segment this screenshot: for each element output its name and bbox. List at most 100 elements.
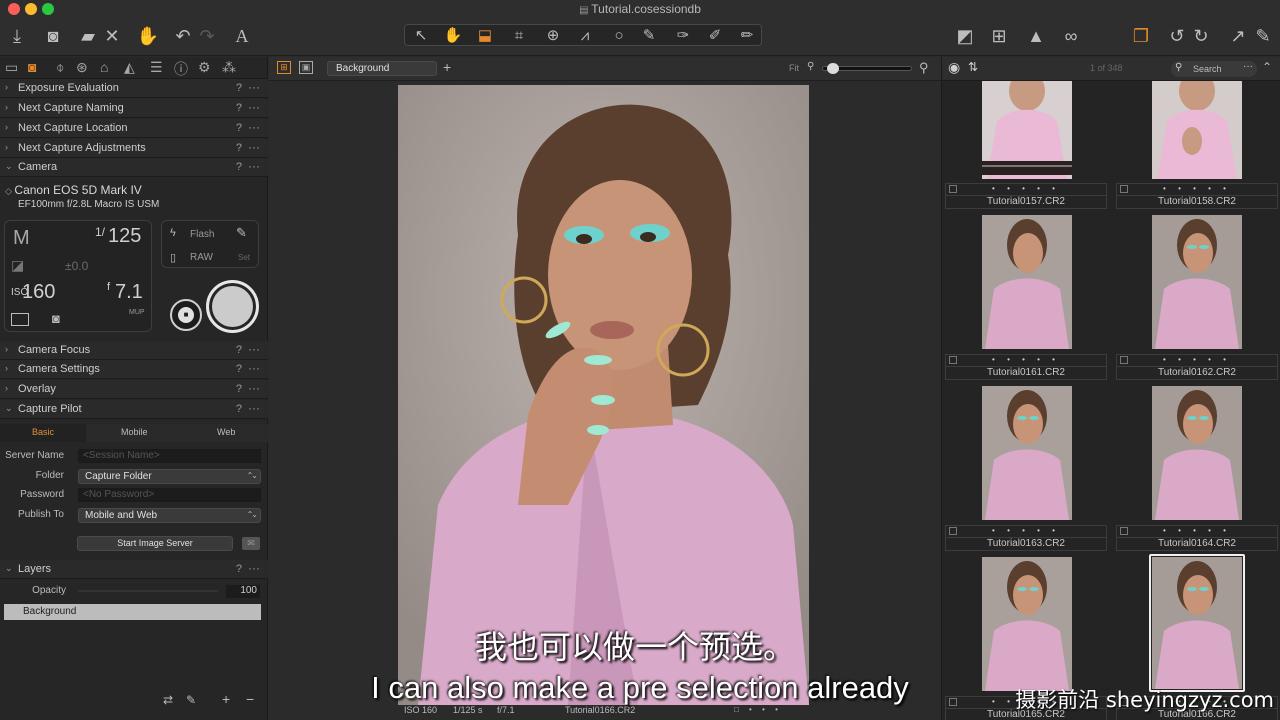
layer-background[interactable]: Background — [4, 604, 261, 620]
thumbnail-161[interactable] — [982, 215, 1072, 349]
help-icon[interactable]: ? — [236, 122, 242, 134]
help-icon[interactable]: ? — [236, 563, 242, 575]
brush-icon[interactable]: ✎ — [633, 24, 665, 48]
more-icon[interactable]: ··· — [248, 100, 260, 114]
section-camera-settings[interactable]: › Camera Settings ? ··· — [0, 360, 268, 379]
sort-icon[interactable]: ⇅ — [968, 60, 978, 74]
capture-button[interactable] — [206, 280, 259, 333]
raw-label[interactable]: RAW — [190, 252, 213, 263]
variant-select[interactable]: Background — [327, 61, 437, 76]
section-camera[interactable]: ⌄ Camera ? ··· — [0, 158, 268, 177]
more-icon[interactable]: ··· — [248, 80, 260, 94]
iso-value[interactable]: 160 — [22, 281, 55, 304]
download-icon[interactable]: ⤓ — [6, 24, 28, 48]
zoom-slider-knob[interactable] — [827, 63, 839, 74]
more-icon[interactable]: ··· — [248, 381, 260, 395]
help-icon[interactable]: ? — [236, 161, 242, 173]
rating-dots[interactable]: • • • • • — [945, 183, 1107, 195]
eye-icon[interactable]: ◉ — [948, 59, 960, 76]
grid-icon[interactable]: ⊞ — [988, 24, 1010, 48]
eraser-icon[interactable]: ✏ — [731, 24, 763, 48]
select-checkbox[interactable] — [949, 527, 957, 535]
select-checkbox[interactable] — [1120, 185, 1128, 193]
pointer-icon[interactable]: ↖ — [405, 24, 437, 48]
thumbnail-label[interactable]: Tutorial0163.CR2 — [945, 537, 1107, 551]
warning-icon[interactable]: ▲ — [1024, 24, 1048, 48]
status-rating-dots[interactable]: □ • • • — [734, 705, 782, 714]
multi-view-grid-icon[interactable]: ⊞ — [277, 61, 291, 74]
thumbnail-label[interactable]: Tutorial0164.CR2 — [1116, 537, 1278, 551]
capture-tab-icon[interactable]: ◙ — [28, 59, 36, 75]
drive-mode-icon[interactable] — [11, 313, 29, 326]
thumbnail-162[interactable] — [1152, 215, 1242, 349]
camera-icon[interactable]: ◙ — [40, 24, 66, 48]
select-checkbox[interactable] — [949, 185, 957, 193]
select-checkbox[interactable] — [1120, 356, 1128, 364]
exposure-comp-value[interactable]: ±0.0 — [65, 259, 88, 273]
more-icon[interactable]: ··· — [248, 561, 260, 575]
help-icon[interactable]: ? — [236, 363, 242, 375]
thumbnail-164[interactable] — [1152, 386, 1242, 520]
glasses-icon[interactable]: ∞ — [1056, 24, 1086, 48]
publish-to-select[interactable]: Mobile and Web — [78, 508, 261, 523]
shooting-mode[interactable]: M — [13, 227, 30, 250]
edit-icon[interactable]: ✎ — [1252, 24, 1274, 48]
live-view-button[interactable]: ■ — [170, 299, 202, 331]
thumbnail-label[interactable]: Tutorial0157.CR2 — [945, 195, 1107, 209]
section-next-capture-adjustments[interactable]: › Next Capture Adjustments ? ··· — [0, 139, 268, 158]
picker-icon[interactable]: ✑ — [667, 24, 699, 48]
opacity-slider[interactable] — [78, 590, 218, 592]
help-icon[interactable]: ? — [236, 344, 242, 356]
section-exposure-evaluation[interactable]: › Exposure Evaluation ? ··· — [0, 79, 268, 98]
section-next-capture-location[interactable]: › Next Capture Location ? ··· — [0, 119, 268, 138]
styles-tab-icon[interactable]: ⁂ — [222, 59, 236, 76]
main-photo[interactable] — [398, 85, 809, 705]
rating-dots[interactable]: • • • • • — [945, 525, 1107, 537]
help-icon[interactable]: ? — [236, 142, 242, 154]
rating-dots[interactable]: • • • • • — [1116, 354, 1278, 366]
section-overlay[interactable]: › Overlay ? ··· — [0, 380, 268, 399]
hand-icon[interactable]: ✋ — [136, 24, 160, 48]
camera-model[interactable]: ◇ Canon EOS 5D Mark IV — [5, 183, 142, 197]
select-checkbox[interactable] — [949, 356, 957, 364]
single-view-icon[interactable]: ▣ — [299, 61, 313, 74]
more-icon[interactable]: ··· — [248, 159, 260, 173]
gradient-icon[interactable]: ✐ — [699, 24, 731, 48]
thumbnail-label[interactable]: Tutorial0162.CR2 — [1116, 366, 1278, 380]
help-icon[interactable]: ? — [236, 102, 242, 114]
rating-dots[interactable]: • • • • • — [1116, 525, 1278, 537]
search-options-icon[interactable]: ··· — [1243, 61, 1253, 72]
crop-icon[interactable]: ⌗ — [503, 24, 535, 48]
server-name-input[interactable]: <Session Name> — [78, 449, 261, 463]
pan-hand-icon[interactable]: ✋ — [437, 24, 469, 48]
thumbnail-157[interactable] — [982, 81, 1072, 179]
folder-select[interactable]: Capture Folder — [78, 469, 261, 484]
metadata-tab-icon[interactable]: ☰ — [150, 59, 163, 76]
section-capture-pilot[interactable]: ⌄ Capture Pilot ? ··· — [0, 400, 268, 419]
undo-icon[interactable]: ↶ — [172, 24, 194, 48]
help-icon[interactable]: ? — [236, 383, 242, 395]
more-icon[interactable]: ··· — [248, 140, 260, 154]
section-next-capture-naming[interactable]: › Next Capture Naming ? ··· — [0, 99, 268, 118]
start-image-server-button[interactable]: Start Image Server — [77, 536, 233, 551]
help-icon[interactable]: ? — [236, 403, 242, 415]
more-icon[interactable]: ··· — [248, 120, 260, 134]
folder-import-icon[interactable]: ▰ — [76, 24, 100, 48]
compare-icon[interactable]: ◩ — [954, 24, 976, 48]
tab-mobile[interactable]: Mobile — [121, 427, 148, 437]
shutter-speed[interactable]: 125 — [108, 225, 141, 248]
info-tab-icon[interactable]: ⓘ — [174, 59, 188, 79]
rotate-right-icon[interactable]: ↻ — [1190, 24, 1212, 48]
thumbnail-label[interactable]: Tutorial0158.CR2 — [1116, 195, 1278, 209]
email-icon[interactable]: ✉ — [242, 537, 260, 550]
search-field[interactable]: ⚲ Search ··· — [1171, 61, 1257, 77]
set-label[interactable]: Set — [238, 253, 250, 262]
white-balance-picker-icon[interactable]: ✎ — [236, 225, 247, 241]
exposure-tab-icon[interactable]: ⌂ — [100, 59, 108, 75]
more-icon[interactable]: ··· — [248, 401, 260, 415]
details-tab-icon[interactable]: ◭ — [124, 59, 135, 76]
thumbnail-163[interactable] — [982, 386, 1072, 520]
circle-icon[interactable]: ○ — [603, 24, 635, 48]
text-icon[interactable]: A — [230, 24, 254, 48]
flash-label[interactable]: Flash — [190, 229, 214, 240]
